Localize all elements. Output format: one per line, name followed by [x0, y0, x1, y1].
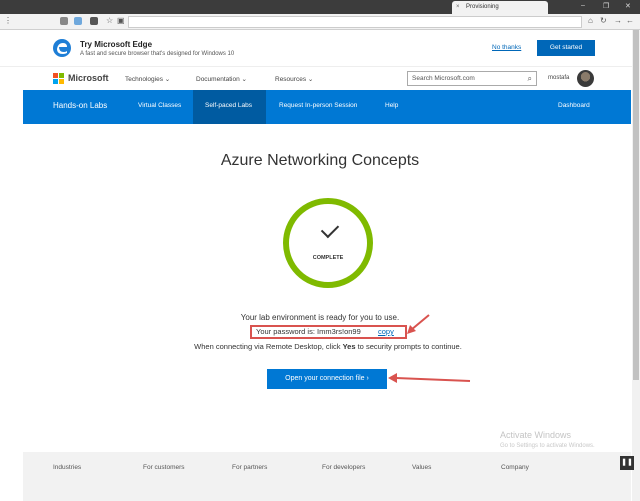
annotation-arrow-icon — [407, 314, 430, 334]
avatar[interactable] — [577, 70, 594, 87]
nav-help[interactable]: Help — [385, 102, 398, 109]
rdp-instructions: When connecting via Remote Desktop, clic… — [0, 342, 640, 351]
extension-icon[interactable] — [74, 17, 82, 25]
menu-dots-icon[interactable]: ⋮ — [4, 16, 12, 25]
nav-request-session[interactable]: Request In-person Session — [279, 102, 357, 109]
nav-technologies[interactable]: Technologies ⌄ — [125, 75, 170, 83]
checkmark-icon — [320, 219, 340, 239]
home-icon[interactable]: ⌂ — [588, 16, 593, 25]
nav-resources[interactable]: Resources ⌄ — [275, 75, 313, 83]
nav-self-paced-labs[interactable]: Self-paced Labs — [205, 102, 252, 109]
extension-icon[interactable] — [60, 17, 68, 25]
extension-icon[interactable] — [90, 17, 98, 25]
nav-dashboard[interactable]: Dashboard — [558, 102, 590, 109]
edge-promo-banner: Try Microsoft Edge A fast and secure bro… — [0, 30, 632, 66]
scrollbar-thumb[interactable] — [633, 30, 639, 380]
forward-icon[interactable]: → — [614, 16, 622, 25]
username[interactable]: mostafa — [548, 75, 569, 81]
search-placeholder: Search Microsoft.com — [412, 75, 475, 82]
password-highlight-box: Your password is: Imm3rs!on99 copy — [250, 325, 407, 339]
microsoft-wordmark[interactable]: Microsoft — [68, 73, 109, 83]
page-icon[interactable]: ▣ — [117, 16, 125, 25]
browser-title-bar: × Provisioning – ❐ ✕ — [0, 0, 640, 14]
footer-customers[interactable]: For customers — [143, 464, 185, 471]
rdp-text-pre: When connecting via Remote Desktop, clic… — [194, 342, 343, 351]
minimize-button[interactable]: – — [581, 2, 585, 9]
status-label: COMPLETE — [312, 255, 344, 261]
footer-industries[interactable]: Industries — [53, 464, 81, 471]
activate-windows-subtitle: Go to Settings to activate Windows. — [500, 443, 595, 449]
search-input[interactable]: Search Microsoft.com ⌕ — [407, 71, 537, 86]
promo-subtitle: A fast and secure browser that's designe… — [80, 51, 235, 57]
maximize-button[interactable]: ❐ — [603, 2, 609, 10]
footer-company[interactable]: Company — [501, 464, 529, 471]
browser-tab[interactable]: × Provisioning — [452, 1, 548, 14]
password-text: Your password is: Imm3rs!on99 — [256, 327, 361, 336]
footer-partners[interactable]: For partners — [232, 464, 267, 471]
tab-title: Provisioning — [466, 4, 499, 10]
labs-navigation: Hands-on Labs Virtual Classes Self-paced… — [23, 90, 631, 124]
page-title: Azure Networking Concepts — [220, 152, 420, 169]
footer-values[interactable]: Values — [412, 464, 431, 471]
edge-logo-icon — [53, 39, 71, 57]
footer: Industries For customers For partners Fo… — [23, 452, 631, 501]
star-icon[interactable]: ☆ — [106, 16, 113, 25]
close-window-button[interactable]: ✕ — [625, 2, 631, 10]
no-thanks-link[interactable]: No thanks — [492, 44, 521, 51]
search-icon[interactable]: ⌕ — [528, 72, 532, 85]
address-bar[interactable] — [128, 16, 582, 28]
promo-title: Try Microsoft Edge — [80, 40, 153, 49]
get-started-button[interactable]: Get started — [537, 40, 595, 56]
microsoft-logo-icon[interactable] — [53, 73, 64, 84]
copy-link[interactable]: copy — [378, 327, 394, 337]
rdp-text-post: to security prompts to continue. — [355, 342, 462, 351]
microsoft-header: Microsoft Technologies ⌄ Documentation ⌄… — [0, 66, 632, 90]
browser-toolbar: ⋮ ☆ ▣ ⌂ ↻ → ← — [0, 14, 640, 30]
rdp-text-yes: Yes — [342, 342, 356, 351]
back-icon[interactable]: ← — [626, 16, 634, 25]
scrollbar[interactable] — [632, 30, 640, 501]
nav-virtual-classes[interactable]: Virtual Classes — [138, 102, 181, 109]
activate-windows-title: Activate Windows — [500, 430, 572, 440]
footer-developers[interactable]: For developers — [322, 464, 365, 471]
refresh-icon[interactable]: ↻ — [600, 16, 607, 25]
labs-brand[interactable]: Hands-on Labs — [53, 101, 107, 110]
ready-message: Your lab environment is ready for you to… — [240, 313, 400, 322]
completion-ring: COMPLETE — [283, 198, 373, 288]
tab-close-icon[interactable]: × — [456, 1, 460, 14]
pause-icon[interactable]: ❚❚ — [620, 456, 634, 470]
annotation-arrow-icon — [388, 373, 471, 383]
open-connection-file-button[interactable]: Open your connection file › — [267, 369, 387, 389]
nav-documentation[interactable]: Documentation ⌄ — [196, 75, 247, 83]
